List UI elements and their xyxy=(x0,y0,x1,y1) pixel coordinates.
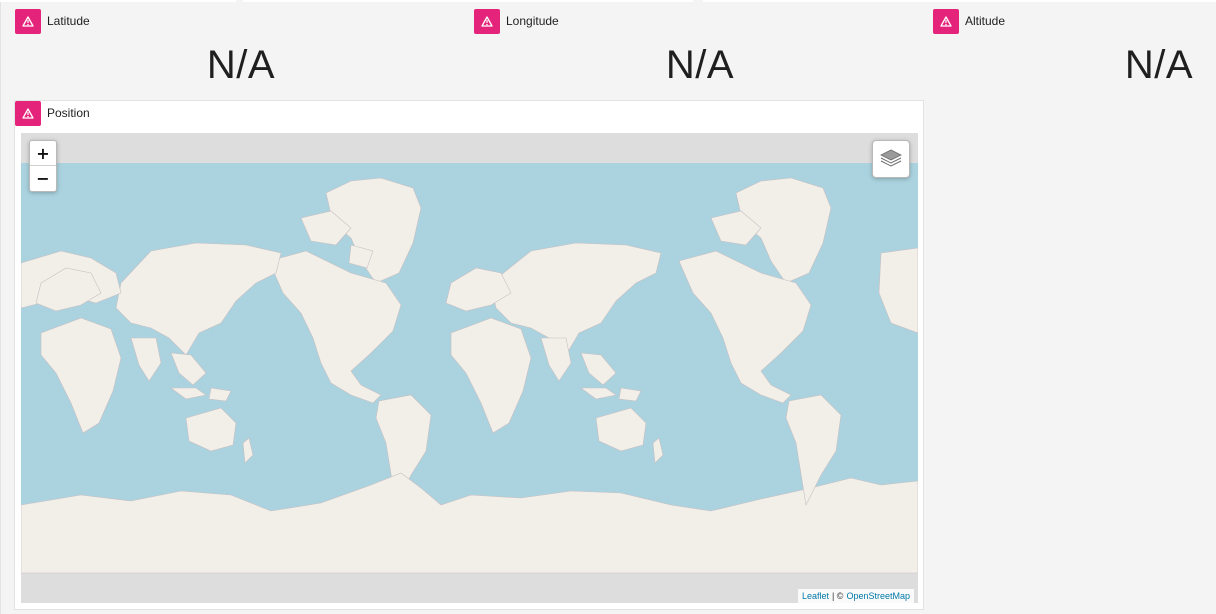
top-strip xyxy=(243,0,693,2)
map-tiles[interactable] xyxy=(21,133,918,603)
altitude-value: N/A xyxy=(1124,43,1194,87)
longitude-card-header: Longitude xyxy=(474,8,559,34)
attribution-separator: | © xyxy=(831,591,844,601)
world-map[interactable]: + − Leaflet | © OpenStreetMap xyxy=(21,133,918,603)
latitude-card: Latitude N/A xyxy=(15,8,465,89)
altitude-card-header: Altitude xyxy=(933,8,1006,34)
latitude-title: Latitude xyxy=(47,14,90,28)
position-title: Position xyxy=(47,106,90,120)
warning-triangle-icon[interactable] xyxy=(15,8,41,34)
longitude-card: Longitude N/A xyxy=(474,8,924,89)
position-card-header-wrap: Position xyxy=(15,100,415,126)
zoom-in-button[interactable]: + xyxy=(30,141,56,166)
latitude-card-header: Latitude xyxy=(15,8,90,34)
longitude-title: Longitude xyxy=(506,14,559,28)
zoom-out-button[interactable]: − xyxy=(30,166,56,190)
altitude-title: Altitude xyxy=(965,14,1006,28)
latitude-value: N/A xyxy=(206,43,276,87)
openstreetmap-link[interactable]: OpenStreetMap xyxy=(846,591,910,601)
warning-triangle-icon[interactable] xyxy=(15,100,41,126)
longitude-value: N/A xyxy=(665,43,735,87)
leaflet-link[interactable]: Leaflet xyxy=(802,591,829,601)
layers-icon xyxy=(880,147,902,172)
top-strip xyxy=(0,0,236,2)
altitude-card: Altitude N/A xyxy=(933,8,1216,89)
top-strip xyxy=(703,0,1216,2)
map-attribution: Leaflet | © OpenStreetMap xyxy=(797,589,914,603)
zoom-control: + − xyxy=(29,140,57,192)
warning-triangle-icon[interactable] xyxy=(933,8,959,34)
page-edge xyxy=(0,0,1,614)
position-card-header: Position xyxy=(15,100,90,126)
layers-button[interactable] xyxy=(872,140,910,178)
warning-triangle-icon[interactable] xyxy=(474,8,500,34)
